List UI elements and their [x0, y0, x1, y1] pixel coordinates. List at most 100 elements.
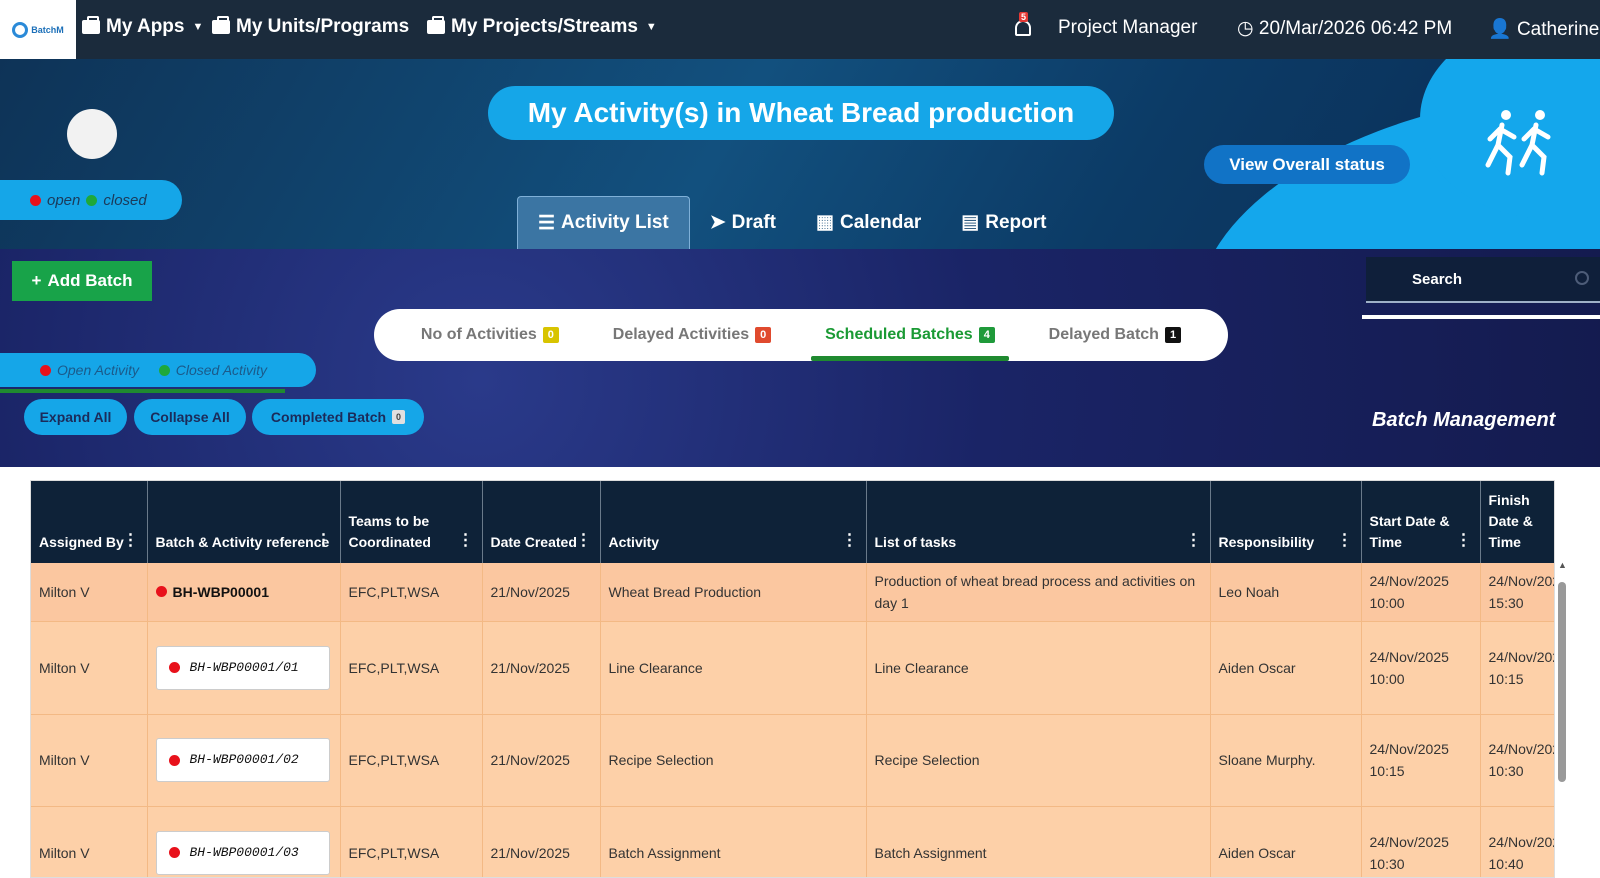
- table-header-row: Assigned By ⋮ Batch & Activity reference ⋮…: [31, 481, 1554, 563]
- briefcase-icon: [427, 16, 445, 34]
- expand-all-button[interactable]: Expand All: [24, 399, 127, 435]
- count-badge: 0: [755, 327, 772, 343]
- scrollbar-thumb[interactable]: [1558, 582, 1566, 782]
- activity-ref-box[interactable]: BH-WBP00001/01: [155, 645, 330, 690]
- search-icon[interactable]: [1575, 271, 1589, 285]
- briefcase-icon: [82, 16, 100, 34]
- open-dot-icon: [30, 194, 41, 206]
- logo-icon: [12, 21, 29, 38]
- my-units-label: My Units/Programs: [236, 16, 410, 37]
- app-logo[interactable]: BatchM: [0, 0, 76, 59]
- briefcase-icon: [212, 16, 230, 34]
- column-menu-icon[interactable]: ⋮: [123, 530, 139, 551]
- open-dot-icon: [168, 754, 180, 766]
- view-overall-status-button[interactable]: View Overall status: [1204, 145, 1410, 184]
- plus-icon: +: [31, 271, 42, 290]
- open-dot-icon: [168, 847, 180, 858]
- user-name: Catherine: [1516, 19, 1600, 40]
- add-batch-button[interactable]: + Add Batch: [12, 261, 152, 301]
- status-legend: open closed: [0, 180, 182, 220]
- table-scrollbar[interactable]: ▲: [1555, 558, 1569, 878]
- collapse-all-button[interactable]: Collapse All: [134, 399, 246, 435]
- scroll-up-icon[interactable]: ▲: [1558, 560, 1567, 570]
- datetime-text: 20/Mar/2026 06:42 PM: [1258, 18, 1453, 39]
- open-dot-icon: [40, 364, 51, 376]
- count-badge: 0: [542, 327, 559, 343]
- notification-count: 5: [1019, 12, 1029, 22]
- clock-icon: ◷: [1237, 18, 1254, 39]
- count-badge: 1: [1164, 327, 1182, 343]
- tab-activity-list[interactable]: ☰ Activity List: [517, 196, 690, 249]
- stat-scheduled-batches[interactable]: Scheduled Batches 4: [811, 309, 1009, 361]
- activity-ref-box[interactable]: BH-WBP00001/02: [155, 738, 330, 782]
- list-icon: ☰: [538, 212, 556, 234]
- book-icon: ▤: [961, 212, 980, 233]
- column-menu-icon[interactable]: ⋮: [1456, 530, 1472, 551]
- column-menu-icon[interactable]: ⋮: [842, 530, 858, 551]
- avatar: [67, 109, 117, 159]
- caret-down-icon: ▼: [645, 21, 657, 33]
- col-batch-ref[interactable]: Batch & Activity reference ⋮: [147, 481, 341, 563]
- section-title: Batch Management: [1372, 409, 1556, 431]
- activity-ref-box[interactable]: BH-WBP00001/03: [155, 830, 330, 875]
- stat-no-of-activities[interactable]: No of Activities 0: [407, 309, 573, 361]
- open-dot-icon: [168, 662, 180, 673]
- page-hero: open closed My Activity(s) in Wheat Bread…: [0, 59, 1600, 249]
- count-badge: 4: [978, 327, 995, 343]
- my-apps-menu[interactable]: My Apps ▼: [82, 16, 203, 38]
- stat-delayed-batch[interactable]: Delayed Batch 1: [1035, 309, 1195, 361]
- runners-icon: [1485, 110, 1551, 176]
- notification-bell-icon[interactable]: 5: [1013, 12, 1033, 40]
- activity-table: Assigned By ⋮ Batch & Activity reference ⋮…: [30, 480, 1555, 878]
- column-menu-icon[interactable]: ⋮: [316, 530, 332, 551]
- completed-batch-button[interactable]: Completed Batch 0: [252, 399, 424, 435]
- my-units-menu[interactable]: My Units/Programs: [212, 16, 409, 38]
- batch-ref-link[interactable]: BH-WBP00001: [155, 581, 332, 603]
- column-menu-icon[interactable]: ⋮: [1186, 530, 1202, 551]
- legend-closed-label: closed: [103, 191, 147, 209]
- my-projects-menu[interactable]: My Projects/Streams ▼: [427, 16, 657, 38]
- top-navbar: BatchM My Apps ▼ My Units/Programs My Pro…: [0, 0, 1600, 59]
- send-icon: ➤: [709, 212, 726, 233]
- stat-delayed-activities[interactable]: Delayed Activities 0: [599, 309, 785, 361]
- col-teams[interactable]: Teams to be Coordinated ⋮: [340, 481, 483, 563]
- tab-report[interactable]: ▤ Report: [941, 196, 1066, 249]
- column-menu-icon[interactable]: ⋮: [1337, 530, 1353, 551]
- datetime-display: ◷ 20/Mar/2026 06:42 PM: [1237, 17, 1452, 40]
- stats-bar: No of Activities 0 Delayed Activities 0 Sc…: [374, 309, 1228, 361]
- tab-draft[interactable]: ➤ Draft: [690, 196, 796, 249]
- calendar-icon: ▦: [816, 212, 834, 233]
- col-tasks[interactable]: List of tasks ⋮: [866, 481, 1211, 563]
- col-start[interactable]: Start Date & Time ⋮: [1361, 481, 1481, 563]
- user-menu[interactable]: 👤 Catherine: [1488, 17, 1599, 41]
- col-responsibility[interactable]: Responsibility ⋮: [1210, 481, 1362, 563]
- user-icon: 👤: [1488, 19, 1512, 40]
- logo-text: BatchM: [31, 24, 64, 35]
- table-row[interactable]: Milton V BH-WBP00001/01 EFC,PLT,WSA 21/N…: [31, 621, 1554, 715]
- batch-toolbar-band: + Add Batch Search No of Activities 0 Dela…: [0, 249, 1600, 467]
- search-input[interactable]: Search: [1366, 257, 1600, 303]
- legend-underline: [0, 389, 285, 393]
- my-apps-label: My Apps: [106, 16, 185, 37]
- table-row[interactable]: Milton V BH-WBP00001 EFC,PLT,WSA 21/Nov/…: [31, 563, 1554, 622]
- page-title: My Activity(s) in Wheat Bread production: [488, 86, 1114, 140]
- activity-legend: Open Activity Closed Activity: [0, 353, 316, 387]
- col-activity[interactable]: Activity ⋮: [600, 481, 867, 563]
- column-menu-icon[interactable]: ⋮: [458, 530, 474, 551]
- table-row[interactable]: Milton V BH-WBP00001/02 EFC,PLT,WSA 21/N…: [31, 714, 1554, 807]
- tab-calendar[interactable]: ▦ Calendar: [796, 196, 941, 249]
- closed-dot-icon: [86, 194, 98, 206]
- search-underline: [1362, 315, 1600, 319]
- role-label[interactable]: Project Manager: [1058, 17, 1197, 39]
- view-tabs: ☰ Activity List ➤ Draft ▦ Calendar ▤ Report: [517, 196, 1066, 249]
- closed-dot-icon: [158, 364, 170, 376]
- column-menu-icon[interactable]: ⋮: [576, 530, 592, 551]
- table-row[interactable]: Milton V BH-WBP00001/03 EFC,PLT,WSA 21/N…: [31, 806, 1554, 877]
- count-badge: 0: [392, 410, 406, 424]
- col-date-created[interactable]: Date Created ⋮: [482, 481, 601, 563]
- col-assigned-by[interactable]: Assigned By ⋮: [31, 481, 148, 563]
- my-projects-label: My Projects/Streams: [451, 16, 638, 37]
- caret-down-icon: ▼: [192, 21, 204, 33]
- open-dot-icon: [155, 586, 167, 598]
- col-finish[interactable]: Finish Date & Time: [1480, 481, 1554, 563]
